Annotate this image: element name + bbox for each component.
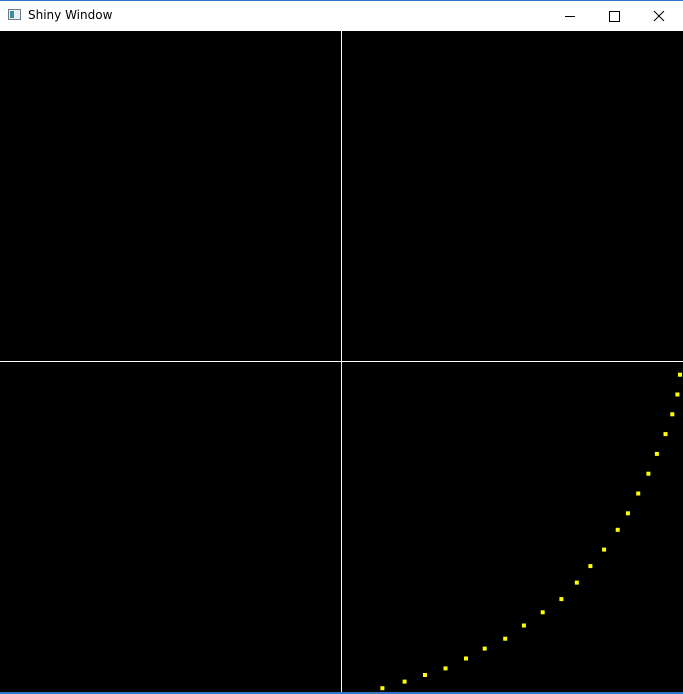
plot-point: [615, 527, 620, 532]
plot-point: [402, 679, 407, 684]
plot-point: [602, 547, 607, 552]
plot-point: [380, 686, 385, 691]
plot-point: [654, 451, 659, 456]
plot-point: [503, 636, 508, 641]
plot-point: [574, 580, 579, 585]
minimize-icon: [565, 16, 575, 17]
maximize-button[interactable]: [592, 1, 637, 31]
plot-point: [670, 412, 675, 417]
title-bar[interactable]: Shiny Window: [0, 0, 683, 31]
close-icon: [653, 10, 665, 22]
plot-point: [423, 673, 427, 677]
plot-point: [482, 646, 487, 651]
app-window-icon[interactable]: [8, 9, 21, 20]
minimize-button[interactable]: [547, 1, 592, 31]
points-layer: [380, 372, 682, 691]
plot-point: [559, 597, 564, 602]
plot-area: [0, 31, 683, 692]
plot-point: [540, 610, 545, 615]
plot-point: [588, 564, 593, 569]
plot-point: [521, 623, 526, 628]
plot-point: [464, 656, 468, 661]
maximize-icon: [609, 11, 620, 22]
drawing-canvas[interactable]: [0, 31, 683, 692]
plot-point: [663, 432, 668, 437]
plot-point: [678, 372, 682, 377]
plot-point: [675, 392, 680, 397]
close-button[interactable]: [637, 1, 682, 31]
plot-point: [636, 491, 641, 496]
plot-point: [646, 471, 651, 476]
window-title: Shiny Window: [28, 8, 113, 22]
plot-point: [443, 666, 448, 671]
plot-point: [625, 511, 630, 516]
app-window: Shiny Window: [0, 0, 683, 694]
